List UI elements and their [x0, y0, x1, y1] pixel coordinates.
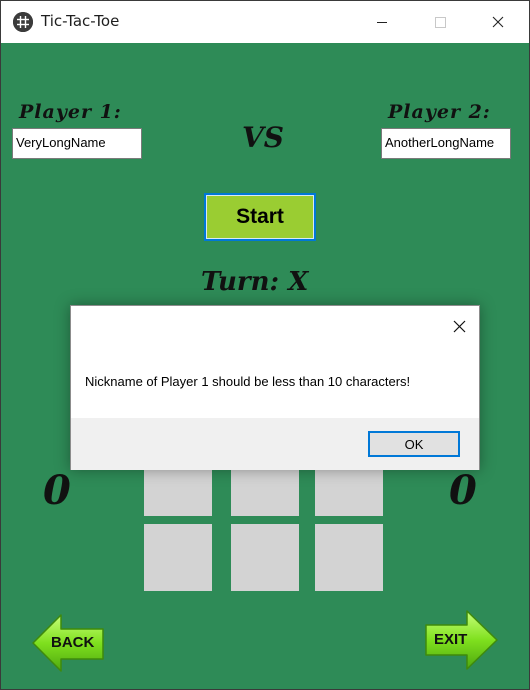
close-icon	[492, 16, 504, 28]
app-window: Tic-Tac-Toe Player 1: Player 2: VeryLong…	[0, 0, 530, 690]
player2-score: 0	[449, 467, 477, 514]
message-dialog: Nickname of Player 1 should be less than…	[70, 305, 480, 470]
back-label: BACK	[51, 634, 95, 651]
maximize-icon	[435, 17, 446, 28]
board-cell[interactable]	[231, 524, 299, 591]
minimize-icon	[377, 22, 387, 23]
dialog-footer: OK	[71, 418, 479, 470]
title-bar[interactable]: Tic-Tac-Toe	[1, 1, 529, 43]
player1-score: 0	[43, 467, 71, 514]
dialog-close-button[interactable]	[445, 312, 475, 342]
player1-name-input[interactable]: VeryLongName	[12, 128, 142, 159]
minimize-button[interactable]	[359, 1, 405, 43]
maximize-button[interactable]	[417, 1, 463, 43]
exit-button[interactable]: EXIT	[423, 609, 499, 671]
back-button[interactable]: BACK	[31, 613, 107, 673]
start-button[interactable]: Start	[204, 193, 316, 241]
player2-label: Player 2:	[388, 101, 491, 123]
vs-label: VS	[242, 121, 284, 154]
app-icon	[13, 12, 33, 32]
window-title: Tic-Tac-Toe	[41, 12, 120, 30]
close-icon	[453, 320, 466, 333]
ok-button[interactable]: OK	[368, 431, 460, 457]
exit-label: EXIT	[434, 631, 468, 648]
player1-label: Player 1:	[19, 101, 122, 123]
board-cell[interactable]	[315, 524, 383, 591]
dialog-message: Nickname of Player 1 should be less than…	[85, 374, 411, 389]
player2-name-input[interactable]: AnotherLongName	[381, 128, 511, 159]
close-button[interactable]	[475, 1, 521, 43]
board-cell[interactable]	[144, 524, 212, 591]
turn-indicator: Turn: X	[201, 267, 309, 297]
